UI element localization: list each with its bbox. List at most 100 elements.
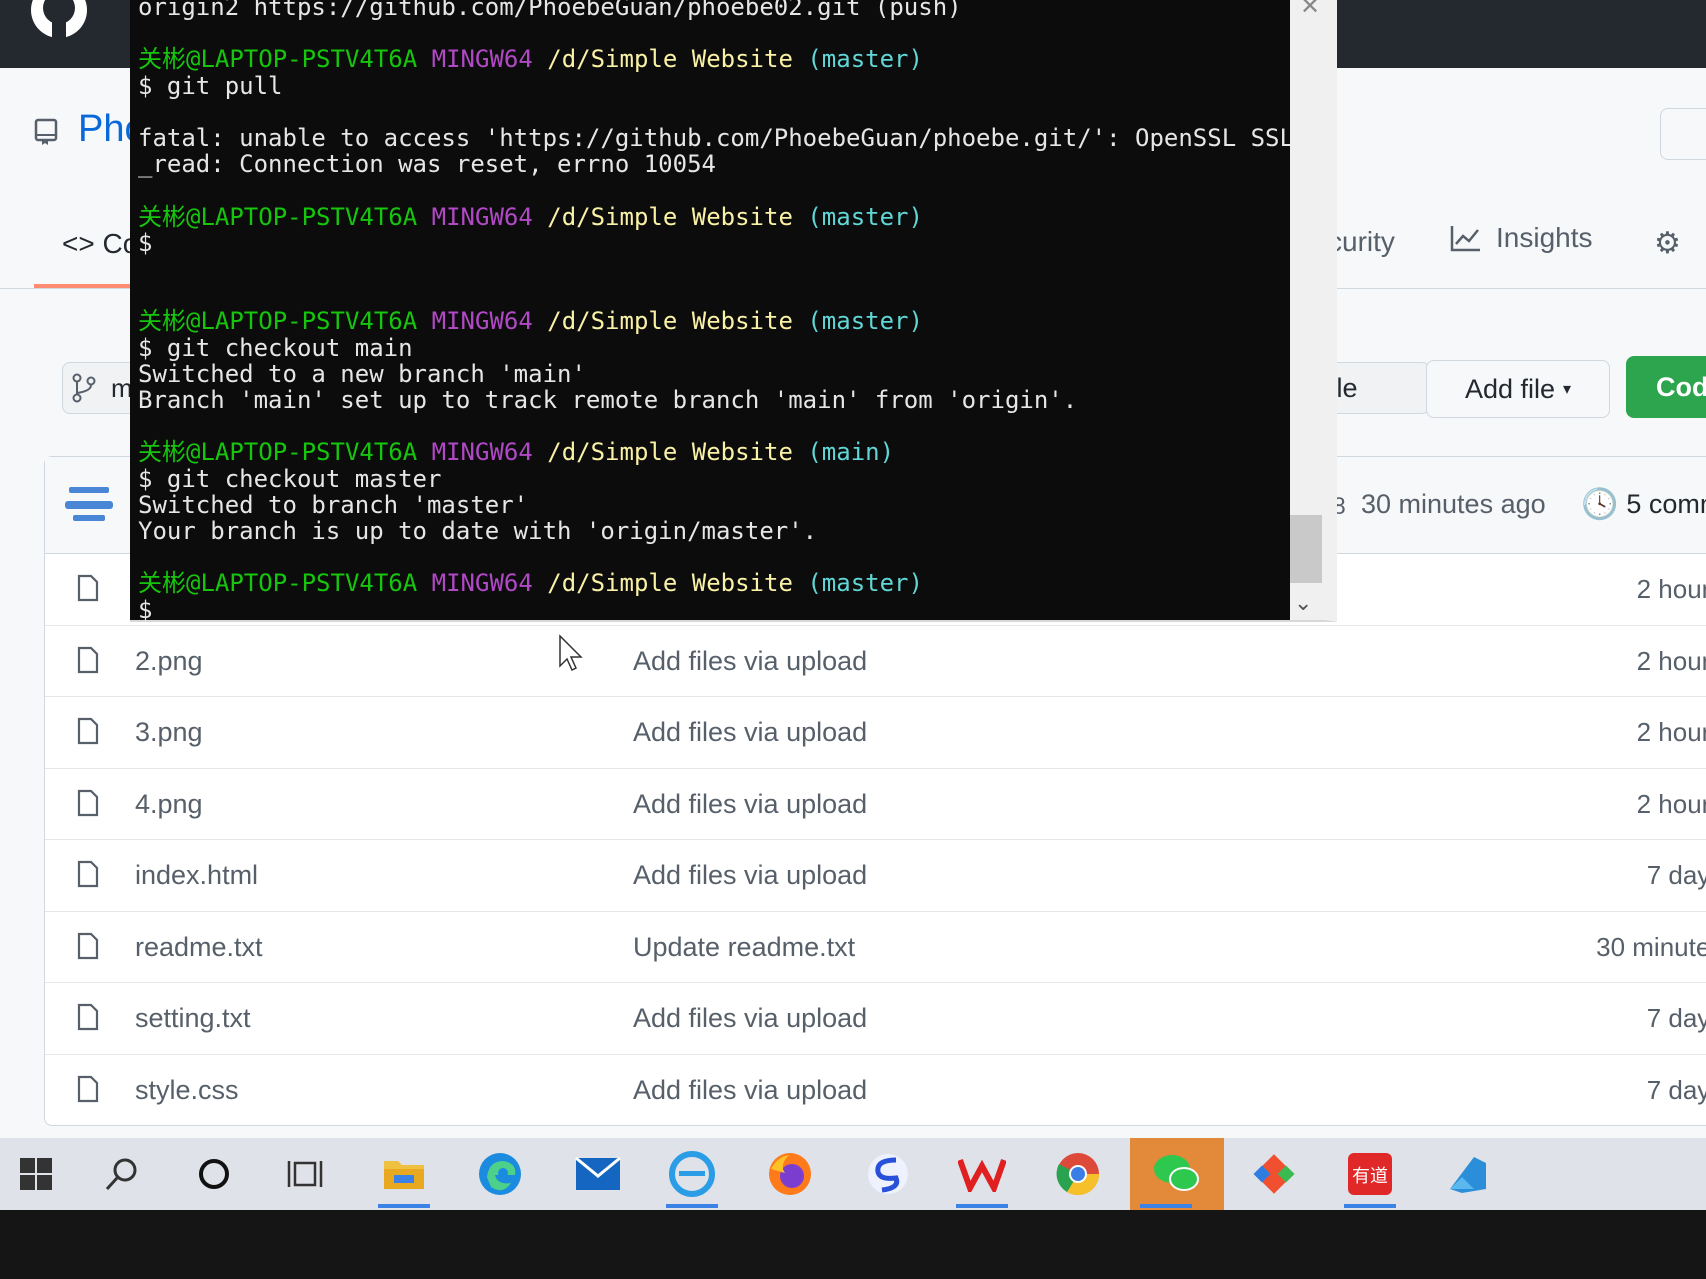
file-name[interactable]: style.css	[135, 1075, 239, 1106]
commit-message[interactable]: Add files via upload	[633, 860, 867, 891]
file-age: 7 days a	[1646, 860, 1706, 890]
terminal-command: $ git checkout master	[138, 464, 442, 493]
task-view-icon[interactable]	[270, 1138, 342, 1210]
mail-icon[interactable]	[562, 1138, 634, 1210]
terminal-line: _read: Connection was reset, errno 10054	[138, 150, 716, 179]
wechat-icon[interactable]	[1130, 1138, 1224, 1210]
history-icon: 🕓	[1581, 488, 1619, 521]
git-icon[interactable]	[1238, 1138, 1310, 1210]
table-row[interactable]: readme.txt Update readme.txt 30 minutes …	[45, 912, 1706, 983]
table-row[interactable]: index.html Add files via upload 7 days a	[45, 840, 1706, 912]
prompt-host: MINGW64	[431, 202, 533, 231]
prompt-path: /d/Simple Website	[547, 45, 793, 74]
firefox-icon[interactable]	[754, 1138, 826, 1210]
commit-message[interactable]: Add files via upload	[633, 1075, 867, 1106]
watch-button[interactable]	[1660, 108, 1706, 160]
prompt-branch: (master)	[807, 202, 923, 231]
prompt-host: MINGW64	[431, 45, 533, 74]
commit-message[interactable]: Add files via upload	[633, 717, 867, 748]
code-button[interactable]: Cod	[1626, 356, 1706, 418]
terminal-line: Your branch is up to date with 'origin/m…	[138, 517, 818, 546]
add-file-label: Add file	[1464, 373, 1556, 404]
prompt-path: /d/Simple Website	[547, 438, 793, 467]
file-name[interactable]: readme.txt	[135, 932, 263, 963]
terminal-dollar: $	[138, 595, 153, 624]
terminal-dollar: $	[138, 228, 153, 257]
file-icon	[77, 789, 99, 816]
tab-insights[interactable]: Insights	[1450, 222, 1593, 254]
edge-icon[interactable]	[464, 1138, 536, 1210]
prompt-branch: (main)	[807, 438, 895, 467]
svg-text:有道: 有道	[1352, 1166, 1388, 1187]
table-row[interactable]: setting.txt Add files via upload 7 days …	[45, 983, 1706, 1055]
terminal-scrollbar-thumb[interactable]	[1290, 515, 1322, 583]
youdao-icon[interactable]: 有道	[1334, 1138, 1406, 1210]
commit-message[interactable]: Add files via upload	[633, 646, 867, 677]
file-icon	[77, 1003, 99, 1031]
file-icon	[77, 932, 99, 959]
graph-icon	[1450, 226, 1480, 252]
table-row[interactable]: style.css Add files via upload 7 days a	[45, 1055, 1706, 1126]
tab-code[interactable]: <> Co	[62, 228, 138, 260]
cortana-icon[interactable]	[178, 1138, 250, 1210]
chrome-icon[interactable]	[1042, 1138, 1114, 1210]
git-bash-terminal[interactable]: origin2 https://github.com/PhoebeGuan/ph…	[130, 0, 1337, 623]
table-row[interactable]: 3.png Add files via upload 2 hours a	[45, 697, 1706, 769]
gear-icon[interactable]: ⚙	[1654, 226, 1681, 261]
tab-insights-label: Insights	[1496, 222, 1593, 253]
file-name[interactable]: setting.txt	[135, 1003, 251, 1034]
prompt-user: 关彬@LAPTOP-PSTV4T6A	[138, 569, 418, 598]
file-explorer-icon[interactable]	[368, 1138, 440, 1210]
file-icon	[77, 574, 99, 602]
commits-link[interactable]: 🕓 5 comm	[1581, 487, 1706, 522]
mouse-pointer-icon	[559, 634, 583, 672]
branch-icon	[72, 373, 96, 403]
commit-message[interactable]: Add files via upload	[633, 789, 867, 820]
prompt-branch: (master)	[807, 569, 923, 598]
tab-security[interactable]: curity	[1328, 226, 1395, 258]
github-logo-icon[interactable]	[26, 0, 92, 42]
windows-taskbar: 有道	[0, 1138, 1706, 1210]
add-file-button[interactable]: Add file ▾	[1426, 360, 1610, 418]
search-icon[interactable]	[86, 1138, 158, 1210]
prompt-user: 关彬@LAPTOP-PSTV4T6A	[138, 202, 418, 231]
file-age: 7 days a	[1646, 1074, 1706, 1105]
commit-time: 30 minutes ago	[1361, 489, 1546, 519]
prompt-user: 关彬@LAPTOP-PSTV4T6A	[138, 438, 418, 467]
file-icon	[77, 860, 99, 888]
file-name[interactable]: index.html	[135, 860, 258, 891]
terminal-line: origin2 https://github.com/PhoebeGuan/ph…	[138, 0, 962, 21]
repo-icon	[34, 118, 58, 145]
file-age: 30 minutes a	[1596, 931, 1706, 962]
file-name[interactable]: 3.png	[135, 717, 203, 748]
prompt-path: /d/Simple Website	[547, 202, 793, 231]
code-icon: <>	[62, 228, 95, 259]
file-name[interactable]: 2.png	[135, 646, 203, 677]
file-name[interactable]: 4.png	[135, 789, 203, 820]
terminal-command: $ git pull	[138, 71, 283, 100]
prompt-host: MINGW64	[431, 569, 533, 598]
avatar[interactable]	[63, 481, 115, 529]
commit-message[interactable]: Add files via upload	[633, 1003, 867, 1034]
table-row[interactable]: 4.png Add files via upload 2 hours a	[45, 769, 1706, 840]
file-age: 2 hours a	[1636, 717, 1706, 747]
prompt-branch: (master)	[807, 307, 923, 336]
terminal-line: fatal: unable to access 'https://github.…	[138, 124, 1294, 153]
app-s-icon[interactable]	[852, 1138, 924, 1210]
wps-icon[interactable]	[946, 1138, 1018, 1210]
prompt-path: /d/Simple Website	[547, 569, 793, 598]
chevron-down-icon[interactable]: ⌄	[1294, 590, 1312, 616]
prompt-path: /d/Simple Website	[547, 307, 793, 336]
ie-icon[interactable]	[656, 1138, 728, 1210]
file-icon	[77, 1075, 99, 1102]
terminal-command: $ git checkout main	[138, 333, 413, 362]
vscode-icon[interactable]	[1430, 1138, 1502, 1210]
terminal-line: Switched to a new branch 'main'	[138, 359, 586, 388]
table-row[interactable]: 2.png Add files via upload 2 hours a	[45, 626, 1706, 697]
close-icon[interactable]: ✕	[1300, 0, 1320, 21]
commit-message[interactable]: Update readme.txt	[633, 932, 855, 963]
terminal-output[interactable]: origin2 https://github.com/PhoebeGuan/ph…	[138, 0, 1294, 623]
monitor-bezel	[0, 1210, 1706, 1279]
commits-count-label: 5 comm	[1626, 489, 1706, 519]
windows-start-icon[interactable]	[0, 1138, 72, 1210]
